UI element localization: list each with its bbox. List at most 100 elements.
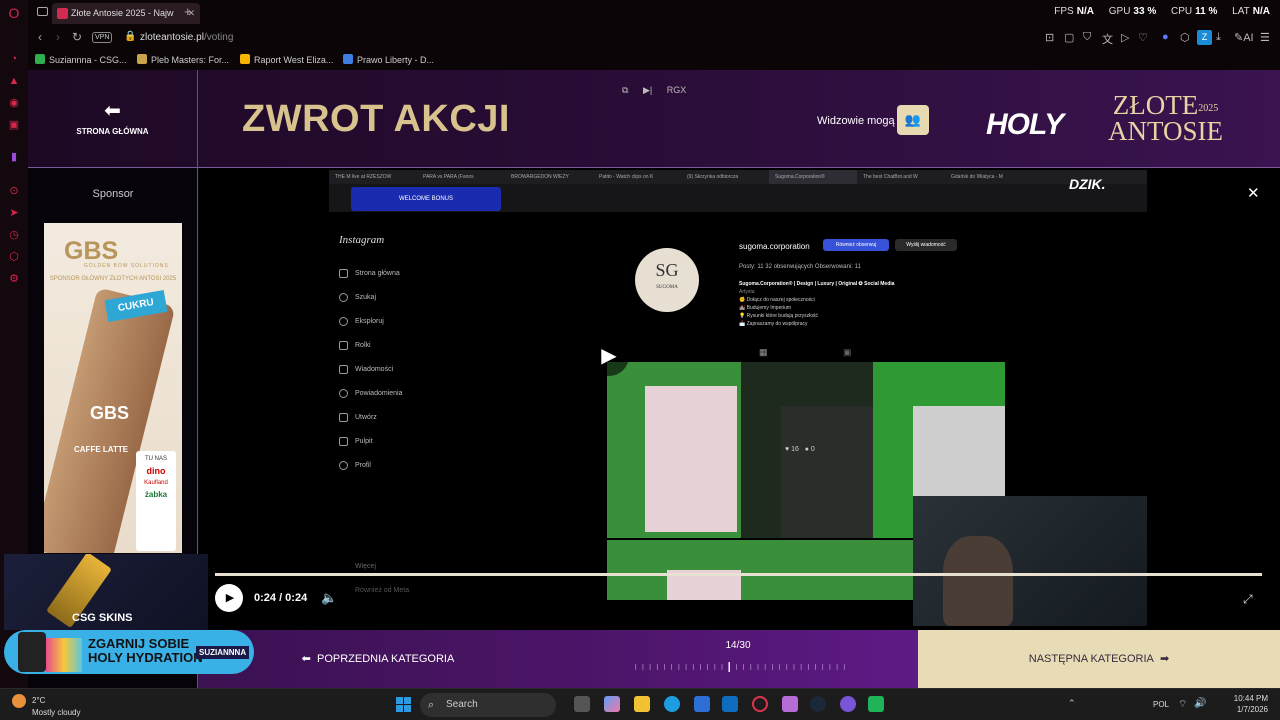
ai-icon[interactable]: ✎AI	[1234, 31, 1254, 44]
discord-icon[interactable]	[840, 696, 856, 712]
player-icon[interactable]: ⊙	[7, 184, 21, 198]
tab-title: Złote Antosie 2025 - Najw	[71, 8, 174, 18]
taskbar-search[interactable]: ⌕ Search	[420, 693, 556, 717]
store-icon[interactable]	[694, 696, 710, 712]
ad-text: ZGARNIJ SOBIE HOLY HYDRATION	[88, 637, 203, 665]
z-extension-button[interactable]: Z	[1197, 30, 1212, 45]
windows-start-icon[interactable]	[396, 697, 412, 713]
url-field[interactable]: zloteantosie.pl/voting	[140, 32, 233, 43]
viewers-button[interactable]: 👥	[897, 105, 929, 135]
gpu-label: GPU	[1108, 6, 1131, 17]
language-indicator[interactable]: POL	[1153, 700, 1169, 709]
outlook-icon[interactable]	[722, 696, 738, 712]
opera-logo-icon[interactable]: O	[7, 6, 21, 20]
likes-count: 16	[791, 446, 799, 453]
bookmark-3[interactable]: Raport West Eliza...	[240, 54, 333, 65]
forward-icon[interactable]: ›	[56, 30, 60, 44]
speed-dial-icon[interactable]: ◔	[7, 52, 21, 66]
sponsor-banner[interactable]: GBS GOLDEN BOW SOLUTIONS SPONSOR GŁÓWNY …	[44, 223, 182, 553]
cube-icon[interactable]: ⬡	[7, 250, 21, 264]
search-icon	[339, 293, 348, 302]
bio-title: Sugoma.Corporation® | Design | Luxury | …	[739, 281, 895, 287]
clock-time: 10:44 PM	[1233, 694, 1268, 703]
csg-label: CSG SKINS	[72, 612, 133, 624]
settings-icon[interactable]: ⚙	[7, 272, 21, 286]
history-icon[interactable]: ◷	[7, 228, 21, 242]
avatar-name: SUGOMA	[656, 285, 678, 290]
network-icon[interactable]: ⌔	[1178, 698, 1187, 711]
twitch-icon[interactable]: ▮	[7, 150, 21, 164]
fullscreen-icon[interactable]: ⤢	[1243, 592, 1253, 607]
volume-icon[interactable]: 🔈	[321, 590, 337, 606]
prev-label: POPRZEDNIA KATEGORIA	[317, 653, 455, 665]
tagged-icon: ▣	[843, 347, 852, 357]
send-icon[interactable]: ➤	[7, 206, 21, 220]
shield-icon[interactable]: ⛉	[1083, 31, 1091, 44]
video-player[interactable]: THE M live at RZESZOW PARA vs PARA (Fanos…	[199, 168, 1280, 688]
video-progress-bar[interactable]	[215, 573, 1262, 576]
bookmark-2[interactable]: Pleb Masters: For...	[137, 54, 229, 65]
category-title: ZWROT AKCJI	[242, 98, 510, 140]
bookmark-1[interactable]: Suziannna - CSG...	[35, 54, 127, 65]
address-bar: ‹ › ↻ VPN 🔒 zloteantosie.pl/voting ⊡ ▢ ⛉…	[28, 26, 1280, 50]
bio-line: Artysta	[739, 289, 755, 295]
csg-skins-ad[interactable]: CSG SKINS	[4, 554, 208, 630]
rgx-label[interactable]: RGX	[667, 85, 687, 95]
clock-date: 1/7/2026	[1236, 705, 1268, 714]
skip-icon[interactable]: ▶|	[643, 85, 652, 95]
heart-icon[interactable]: ♡	[1138, 31, 1148, 44]
active-tab[interactable]: Złote Antosie 2025 - Najw ✕	[52, 3, 200, 24]
edge-icon[interactable]	[664, 696, 680, 712]
speaker-icon[interactable]: 🔊	[1194, 698, 1206, 709]
store-label: TU NAS	[144, 456, 167, 462]
ig-nav-item: Pulpit	[355, 438, 373, 445]
bookmark-4[interactable]: Prawo Liberty - D...	[343, 54, 434, 65]
reload-icon[interactable]: ↻	[72, 30, 82, 44]
sheets-icon	[35, 54, 45, 64]
lat-value: N/A	[1252, 6, 1270, 17]
popout-icon[interactable]: ⧉	[622, 85, 628, 95]
steam-icon[interactable]	[810, 696, 826, 712]
vpn-badge[interactable]: VPN	[92, 32, 113, 43]
copilot-icon[interactable]	[604, 696, 620, 712]
weather-widget[interactable]: 2°C Mostly cloudy	[12, 694, 80, 718]
menu-icon[interactable]: ☰	[1260, 31, 1270, 44]
app-icon[interactable]	[782, 696, 798, 712]
next-label: NASTĘPNA KATEGORIA	[1028, 653, 1154, 665]
ig-more: Więcej	[355, 563, 377, 570]
url-domain: zloteantosie.pl	[140, 32, 204, 43]
back-icon[interactable]: ‹	[38, 30, 42, 44]
holy-hydration-ad[interactable]: ZGARNIJ SOBIE HOLY HYDRATION SUZIANNNA	[4, 630, 254, 674]
messenger-icon[interactable]: ◉	[7, 96, 21, 110]
next-category-button[interactable]: NASTĘPNA KATEGORIA ➡	[918, 630, 1280, 688]
caffe-label: CAFFE LATTE	[74, 445, 129, 454]
tray-chevron-icon[interactable]: ⌃	[1068, 698, 1076, 709]
home-label: STRONA GŁÓWNA	[76, 127, 149, 136]
task-view-icon[interactable]	[574, 696, 590, 712]
center-play-icon[interactable]: ▶	[589, 336, 629, 376]
inner-tab: THE M live at RZESZOW	[335, 174, 392, 180]
opera-icon[interactable]	[752, 696, 768, 712]
instagram-icon[interactable]: ▣	[7, 118, 21, 132]
profile-icon	[339, 461, 348, 470]
clock[interactable]: 10:44 PM 1/7/2026	[1234, 693, 1268, 715]
puzzle-icon[interactable]: ⬡	[1180, 31, 1190, 44]
download-icon[interactable]: ⤓	[1216, 31, 1221, 44]
camera-icon[interactable]: ⊡	[1045, 31, 1054, 44]
play-icon[interactable]: ▷	[1121, 31, 1129, 44]
close-icon[interactable]: ✕	[1247, 184, 1260, 202]
app-icon[interactable]	[868, 696, 884, 712]
tab-favicon-icon	[57, 8, 68, 19]
translate-icon[interactable]: 文	[1102, 31, 1113, 47]
taskbar: 2°C Mostly cloudy ⌕ Search ⌃ POL ⌔ 🔊 10:4…	[0, 688, 1280, 720]
tab-menu-icon[interactable]	[37, 7, 48, 16]
play-button[interactable]: ▶	[215, 584, 243, 612]
screenshot-icon[interactable]: ▢	[1064, 31, 1074, 44]
new-tab-icon[interactable]: +	[184, 4, 192, 19]
dzik-logo: DZIK.	[1069, 176, 1106, 192]
extension-icon[interactable]: ●	[1162, 31, 1169, 43]
bag-icon[interactable]: ▲	[7, 74, 21, 88]
webcam-overlay	[913, 496, 1147, 626]
home-button[interactable]: ⬅ STRONA GŁÓWNA	[28, 70, 198, 168]
file-explorer-icon[interactable]	[634, 696, 650, 712]
